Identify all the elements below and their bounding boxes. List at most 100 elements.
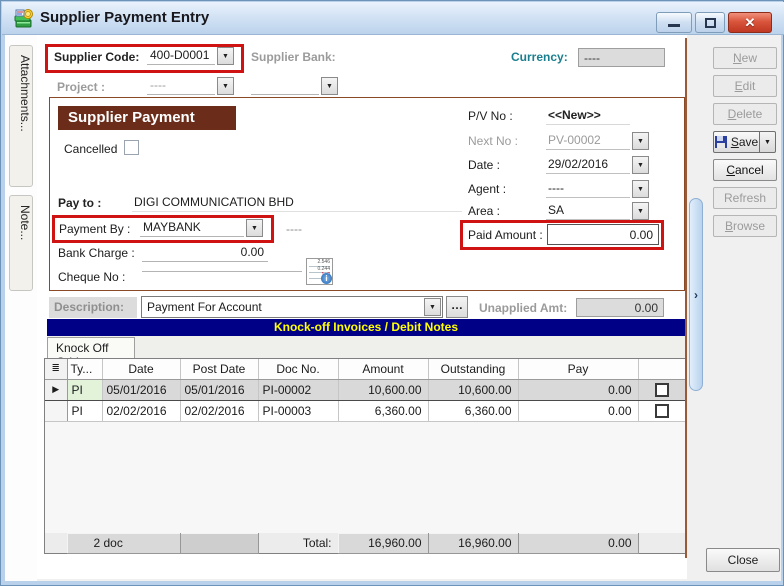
project2-dropdown-icon[interactable]: ▼ bbox=[321, 77, 338, 95]
col-header-doc-no[interactable]: Doc No. bbox=[258, 359, 339, 380]
grid-menu-icon[interactable]: ≣ bbox=[45, 359, 68, 380]
save-button[interactable]: Save bbox=[713, 131, 760, 153]
payment-by-dropdown-icon[interactable]: ▼ bbox=[246, 219, 263, 237]
supplier-code-value[interactable]: 400-D0001 bbox=[147, 47, 215, 65]
table-row[interactable]: ▶ PI 05/01/2016 05/01/2016 PI-00002 10,600.00… bbox=[45, 378, 685, 401]
post-date-cell[interactable]: 05/01/2016 bbox=[180, 378, 259, 401]
project-label: Project : bbox=[57, 80, 106, 94]
col-header-post-date[interactable]: Post Date bbox=[180, 359, 259, 380]
pay-cell[interactable]: 0.00 bbox=[518, 400, 639, 422]
project-combo[interactable]: ---- ▼ bbox=[147, 77, 234, 95]
date-label: Date : bbox=[468, 158, 501, 172]
col-header-amount[interactable]: Amount bbox=[338, 359, 429, 380]
outstanding-cell[interactable]: 6,360.00 bbox=[428, 400, 519, 422]
maximize-button[interactable] bbox=[695, 12, 725, 33]
next-no-label: Next No : bbox=[468, 134, 519, 148]
close-window-button[interactable]: ✕ bbox=[728, 12, 772, 33]
date-value[interactable]: 29/02/2016 bbox=[546, 156, 630, 174]
footer-empty-cell bbox=[179, 532, 259, 554]
pay-checkbox[interactable] bbox=[654, 382, 669, 397]
knockoff-tab-strip: Knock Off Grid bbox=[47, 336, 685, 369]
supplier-payment-box: Supplier Payment Cancelled P/V No : <<Ne… bbox=[49, 97, 685, 291]
type-cell[interactable]: PI bbox=[67, 400, 103, 422]
next-no-value: PV-00002 bbox=[546, 132, 630, 150]
attachments-tab[interactable]: Attachments... bbox=[9, 45, 33, 187]
description-value[interactable]: Payment For Account bbox=[142, 300, 424, 314]
close-button[interactable]: Close bbox=[706, 548, 780, 572]
col-header-date[interactable]: Date bbox=[102, 359, 181, 380]
cancel-button[interactable]: Cancel bbox=[713, 159, 777, 181]
next-no-dropdown-icon[interactable]: ▼ bbox=[632, 132, 649, 150]
supplier-code-dropdown-icon[interactable]: ▼ bbox=[217, 47, 234, 65]
bank-charge-label: Bank Charge : bbox=[58, 246, 135, 260]
pv-no-label: P/V No : bbox=[468, 109, 513, 123]
client-area: Attachments... Note... Supplier Code: 40… bbox=[5, 35, 781, 581]
currency-field: ---- bbox=[578, 48, 665, 67]
agent-value[interactable]: ---- bbox=[546, 180, 630, 198]
close-icon: ✕ bbox=[744, 14, 756, 30]
col-header-outstanding[interactable]: Outstanding bbox=[428, 359, 519, 380]
knock-off-grid-tab[interactable]: Knock Off Grid bbox=[47, 337, 135, 369]
action-button-panel: New Edit Delete Save ▼ Cancel Refresh Browse Cl… bbox=[703, 35, 781, 581]
doc-no-cell[interactable]: PI-00002 bbox=[258, 378, 339, 401]
description-label: Description: bbox=[49, 297, 137, 318]
paid-amount-field[interactable]: 0.00 bbox=[547, 224, 659, 245]
amount-cell[interactable]: 6,360.00 bbox=[338, 400, 429, 422]
doc-no-cell[interactable]: PI-00003 bbox=[258, 400, 339, 422]
amount-cell[interactable]: 10,600.00 bbox=[338, 378, 429, 401]
outstanding-cell[interactable]: 10,600.00 bbox=[428, 378, 519, 401]
post-date-cell[interactable]: 02/02/2016 bbox=[180, 400, 259, 422]
section-banner: Supplier Payment bbox=[58, 106, 236, 130]
area-row: Area : SA ▼ bbox=[468, 201, 668, 221]
supplier-code-label: Supplier Code: bbox=[54, 50, 140, 64]
supplier-code-combo[interactable]: 400-D0001 ▼ bbox=[147, 47, 234, 65]
description-dropdown-icon[interactable]: ▼ bbox=[424, 298, 441, 316]
date-cell[interactable]: 05/01/2016 bbox=[102, 378, 181, 401]
payment-by-combo[interactable]: MAYBANK ▼ bbox=[140, 219, 263, 237]
paid-amount-label: Paid Amount : bbox=[468, 228, 543, 242]
pv-no-value: <<New>> bbox=[546, 107, 630, 125]
footer-total-outstanding: 16,960.00 bbox=[427, 532, 519, 554]
supplier-payment-entry-window: Supplier Payment Entry ✕ Attachments... … bbox=[0, 0, 784, 586]
payment-by-value[interactable]: MAYBANK bbox=[140, 219, 244, 237]
maximize-icon bbox=[704, 17, 716, 28]
agent-dropdown-icon[interactable]: ▼ bbox=[632, 180, 649, 198]
col-header-type[interactable]: Ty... bbox=[67, 359, 103, 380]
note-tab[interactable]: Note... bbox=[9, 195, 33, 291]
panel-splitter-handle[interactable]: › bbox=[689, 198, 703, 391]
cheque-no-field[interactable] bbox=[142, 268, 302, 272]
bank-charge-field[interactable]: 0.00 bbox=[142, 244, 268, 262]
area-dropdown-icon[interactable]: ▼ bbox=[632, 202, 649, 220]
description-more-button[interactable]: … bbox=[446, 296, 468, 318]
main-form-panel: Supplier Code: 400-D0001 ▼ Supplier Bank… bbox=[37, 35, 687, 579]
save-button-dropdown-icon[interactable]: ▼ bbox=[760, 131, 776, 153]
titlebar[interactable]: Supplier Payment Entry ✕ bbox=[2, 2, 784, 35]
col-header-pay[interactable]: Pay bbox=[518, 359, 639, 380]
minimize-button[interactable] bbox=[656, 12, 692, 33]
refresh-button: Refresh bbox=[713, 187, 777, 209]
agent-label: Agent : bbox=[468, 182, 507, 196]
area-value[interactable]: SA bbox=[546, 202, 630, 220]
grid-empty-area bbox=[45, 421, 685, 533]
calculator-icon[interactable]: 2.546 0.244 1+2 i bbox=[306, 258, 333, 285]
footer-total-label: Total: bbox=[258, 533, 338, 553]
row-pointer-cell[interactable] bbox=[45, 400, 68, 422]
cancelled-checkbox[interactable] bbox=[124, 140, 139, 155]
date-cell[interactable]: 02/02/2016 bbox=[102, 400, 181, 422]
description-combo[interactable]: Payment For Account ▼ bbox=[141, 296, 443, 318]
project-combo-2[interactable]: ▼ bbox=[251, 77, 338, 95]
row-pointer-cell[interactable]: ▶ bbox=[45, 378, 68, 401]
pay-checkbox[interactable] bbox=[654, 403, 669, 418]
date-dropdown-icon[interactable]: ▼ bbox=[632, 156, 649, 174]
new-button: New bbox=[713, 47, 777, 69]
project-value[interactable]: ---- bbox=[147, 77, 215, 95]
project-value-2[interactable] bbox=[251, 91, 319, 95]
pay-cell[interactable]: 0.00 bbox=[518, 378, 639, 401]
date-row: Date : 29/02/2016 ▼ bbox=[468, 155, 668, 175]
type-cell[interactable]: PI bbox=[67, 378, 103, 401]
footer-total-pay: 0.00 bbox=[517, 532, 639, 554]
project-dropdown-icon[interactable]: ▼ bbox=[217, 77, 234, 95]
table-row[interactable]: PI 02/02/2016 02/02/2016 PI-00003 6,360.00 6,… bbox=[45, 400, 685, 422]
app-icon bbox=[14, 9, 33, 28]
agent-row: Agent : ---- ▼ bbox=[468, 179, 668, 199]
